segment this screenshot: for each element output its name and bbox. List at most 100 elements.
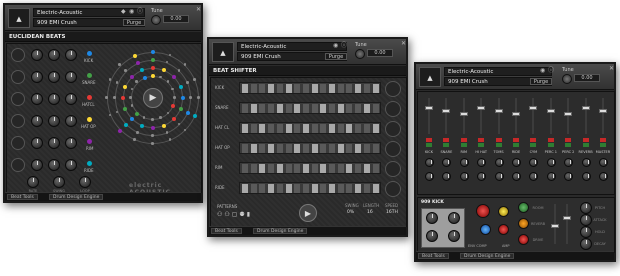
camera-icon[interactable]: ◉ bbox=[540, 67, 545, 75]
instrument-title[interactable]: Electric-Acoustic bbox=[444, 67, 552, 76]
step-cell[interactable] bbox=[294, 144, 301, 153]
shift-btn-ride[interactable] bbox=[385, 181, 401, 197]
track-mute-button[interactable] bbox=[11, 136, 25, 150]
step-lane[interactable] bbox=[239, 102, 381, 114]
step-cell[interactable] bbox=[285, 124, 292, 133]
wave-knob[interactable] bbox=[426, 230, 438, 242]
shift-btn-hatop[interactable] bbox=[385, 141, 401, 157]
step-cell[interactable] bbox=[346, 164, 353, 173]
step-cell[interactable] bbox=[372, 104, 379, 113]
step-cell[interactable] bbox=[320, 104, 327, 113]
step-cell[interactable] bbox=[268, 124, 275, 133]
loop-knob[interactable] bbox=[79, 176, 91, 188]
euclid-param-knob[interactable] bbox=[48, 93, 60, 105]
step-cell[interactable] bbox=[329, 144, 335, 153]
channel-send-knob[interactable] bbox=[459, 172, 469, 181]
channel-send-knob[interactable] bbox=[512, 172, 521, 181]
step-cell[interactable] bbox=[276, 104, 283, 113]
step-cell[interactable] bbox=[276, 184, 283, 193]
step-cell[interactable] bbox=[355, 104, 362, 113]
channel-fader[interactable] bbox=[445, 98, 448, 134]
step-cell[interactable] bbox=[320, 84, 327, 93]
step-cell[interactable] bbox=[320, 124, 327, 133]
mute-button[interactable] bbox=[460, 138, 467, 142]
step-cell[interactable] bbox=[268, 84, 275, 93]
channel-send-knob[interactable] bbox=[564, 172, 574, 181]
step-cell[interactable] bbox=[372, 184, 379, 193]
tune-value[interactable]: 0.00 bbox=[163, 15, 189, 23]
solo-button[interactable] bbox=[495, 143, 502, 147]
step-cell[interactable] bbox=[242, 184, 248, 193]
channel-send-knob[interactable] bbox=[442, 172, 452, 181]
tab-drum-design[interactable]: Drum Design Engine bbox=[49, 194, 104, 200]
step-cell[interactable] bbox=[285, 84, 292, 93]
channel-fader[interactable] bbox=[602, 98, 604, 134]
step-cell[interactable] bbox=[242, 84, 248, 93]
solo-button[interactable] bbox=[513, 143, 519, 147]
speed-value[interactable]: 16TH bbox=[386, 210, 398, 215]
step-cell[interactable] bbox=[355, 124, 362, 133]
channel-send-knob[interactable] bbox=[442, 158, 452, 167]
channel-send-knob[interactable] bbox=[546, 172, 556, 181]
channel-fader[interactable] bbox=[497, 98, 500, 134]
channel-send-knob[interactable] bbox=[599, 158, 608, 167]
step-cell[interactable] bbox=[285, 184, 292, 193]
channel-send-knob[interactable] bbox=[512, 158, 521, 167]
euclid-param-knob[interactable] bbox=[65, 49, 77, 61]
step-cell[interactable] bbox=[294, 84, 301, 93]
step-cell[interactable] bbox=[311, 84, 318, 93]
exponent-knob[interactable] bbox=[448, 212, 460, 224]
solo-button[interactable] bbox=[443, 143, 450, 147]
step-cell[interactable] bbox=[372, 164, 379, 173]
curve-knob[interactable] bbox=[426, 212, 438, 224]
channel-fader[interactable] bbox=[515, 98, 517, 134]
swing-knob[interactable] bbox=[53, 176, 65, 188]
purge-button[interactable]: Purge bbox=[325, 53, 347, 60]
step-cell[interactable] bbox=[355, 84, 362, 93]
mute-button[interactable] bbox=[530, 138, 537, 142]
channel-send-knob[interactable] bbox=[425, 172, 434, 181]
step-cell[interactable] bbox=[250, 144, 257, 153]
step-cell[interactable] bbox=[259, 184, 266, 193]
shift-btn-rim[interactable] bbox=[385, 161, 401, 177]
step-cell[interactable] bbox=[311, 164, 318, 173]
euclid-param-knob[interactable] bbox=[31, 71, 43, 83]
step-cell[interactable] bbox=[250, 164, 257, 173]
euclid-param-knob[interactable] bbox=[65, 93, 77, 105]
tab-beat-tools[interactable]: Beat Tools bbox=[7, 194, 38, 200]
step-lane[interactable] bbox=[239, 182, 381, 194]
close-icon[interactable]: ✕ bbox=[401, 40, 406, 48]
pattern-icons[interactable]: ⚇⚇▢⚉▮ bbox=[217, 211, 252, 218]
step-cell[interactable] bbox=[294, 104, 301, 113]
track-mute-button[interactable] bbox=[11, 114, 25, 128]
channel-send-knob[interactable] bbox=[581, 172, 591, 181]
shift-btn-hatcl[interactable] bbox=[385, 121, 401, 137]
tune-value[interactable]: 0.00 bbox=[574, 74, 600, 82]
euclid-param-knob[interactable] bbox=[31, 137, 43, 149]
step-cell[interactable] bbox=[329, 104, 335, 113]
step-cell[interactable] bbox=[302, 164, 309, 173]
channel-fader[interactable] bbox=[567, 98, 570, 134]
tune-knob[interactable] bbox=[355, 49, 365, 59]
step-cell[interactable] bbox=[285, 144, 292, 153]
channel-send-knob[interactable] bbox=[459, 158, 469, 167]
mute-button[interactable] bbox=[600, 138, 606, 142]
step-cell[interactable] bbox=[302, 124, 309, 133]
step-cell[interactable] bbox=[302, 104, 309, 113]
shift-btn-kick[interactable] bbox=[385, 81, 401, 97]
step-cell[interactable] bbox=[311, 124, 318, 133]
channel-fader-cap[interactable] bbox=[442, 109, 451, 113]
step-cell[interactable] bbox=[355, 144, 362, 153]
red-knob-2[interactable] bbox=[498, 224, 509, 235]
step-cell[interactable] bbox=[355, 184, 362, 193]
step-cell[interactable] bbox=[285, 104, 292, 113]
euclid-param-knob[interactable] bbox=[48, 71, 60, 83]
channel-send-knob[interactable] bbox=[477, 158, 487, 167]
mute-button[interactable] bbox=[513, 138, 519, 142]
channel-fader[interactable] bbox=[532, 98, 535, 134]
mute-button[interactable] bbox=[565, 138, 572, 142]
step-cell[interactable] bbox=[268, 144, 275, 153]
step-cell[interactable] bbox=[268, 104, 275, 113]
step-cell[interactable] bbox=[276, 144, 283, 153]
step-cell[interactable] bbox=[259, 84, 266, 93]
